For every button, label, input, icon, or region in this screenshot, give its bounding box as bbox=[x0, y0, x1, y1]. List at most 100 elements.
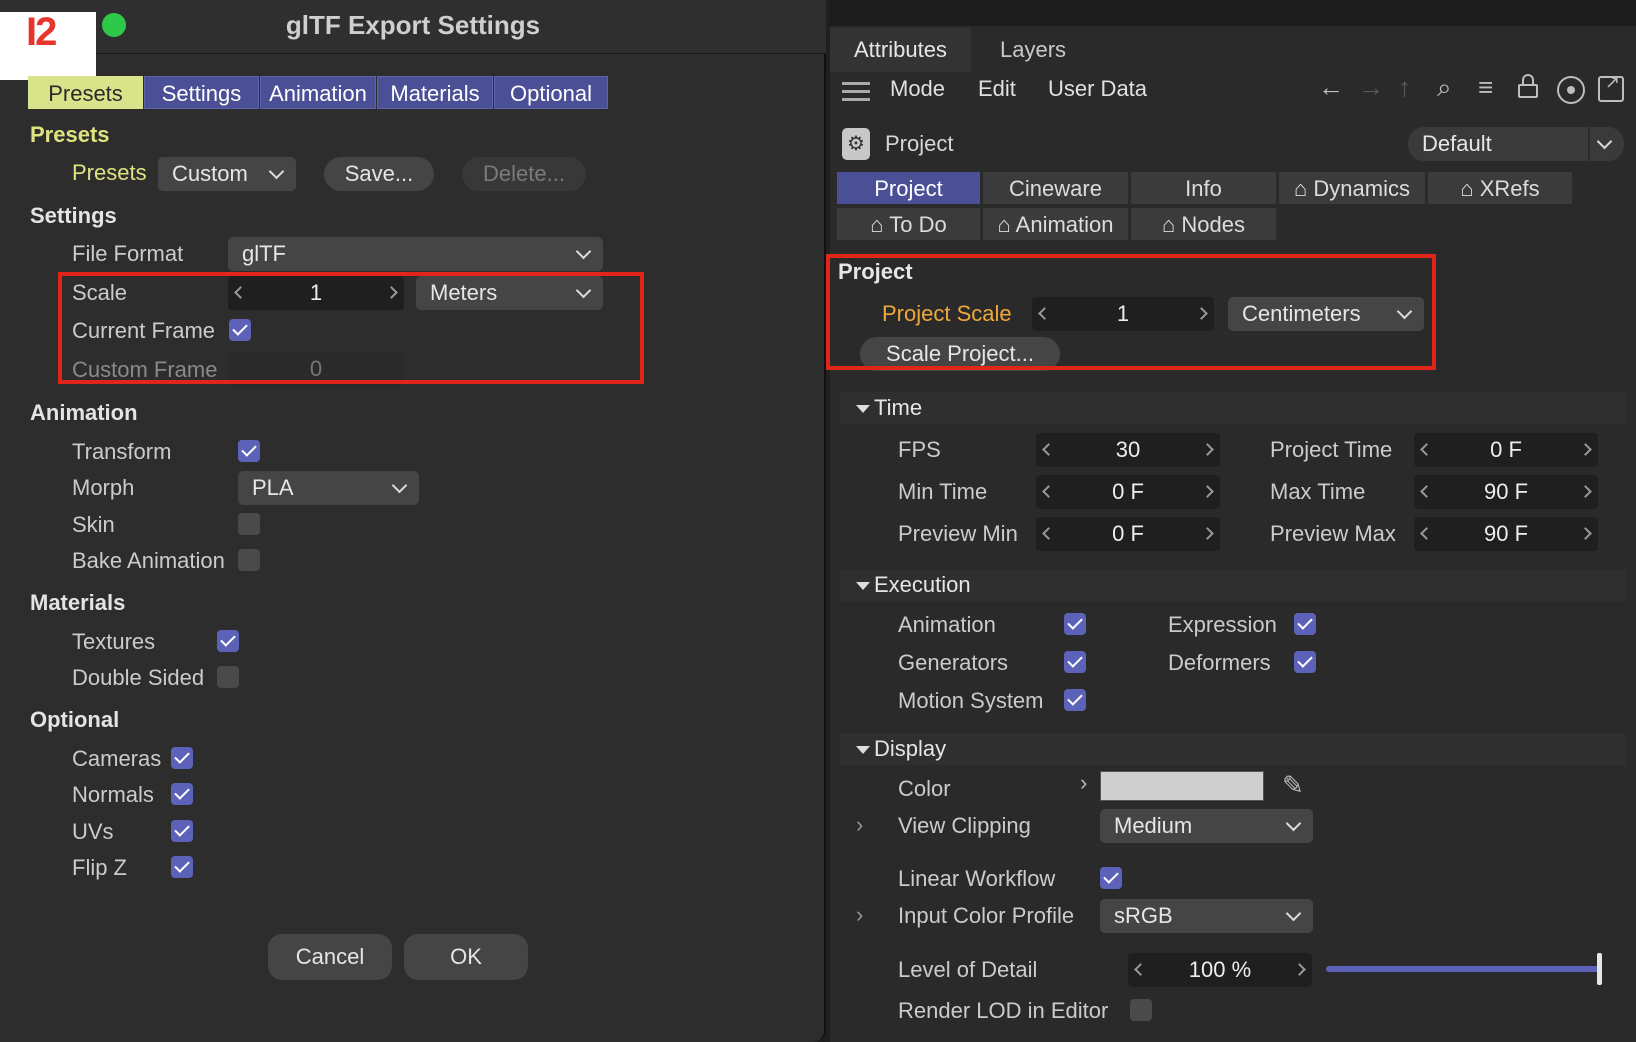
tab-materials[interactable]: Materials bbox=[377, 76, 493, 109]
new-window-icon[interactable]: ↗ bbox=[1598, 72, 1624, 102]
linear-workflow-checkbox[interactable] bbox=[1100, 867, 1122, 889]
presets-dropdown[interactable]: Custom bbox=[158, 157, 296, 191]
flip-z-checkbox[interactable] bbox=[171, 856, 193, 878]
back-arrow-icon[interactable]: ← bbox=[1318, 72, 1344, 103]
execution-group-header[interactable]: Execution bbox=[840, 569, 1626, 601]
ptab-todo[interactable]: ⌂ To Do bbox=[836, 207, 981, 241]
cameras-checkbox[interactable] bbox=[171, 747, 193, 769]
decrement-arrow-icon[interactable] bbox=[1420, 527, 1433, 540]
increment-arrow-icon[interactable] bbox=[1201, 443, 1214, 456]
tab-optional[interactable]: Optional bbox=[494, 76, 608, 109]
ptab-dynamics[interactable]: ⌂ Dynamics bbox=[1278, 171, 1426, 205]
ptab-cineware[interactable]: Cineware bbox=[982, 171, 1129, 205]
double-sided-checkbox[interactable] bbox=[217, 666, 239, 688]
file-format-dropdown[interactable]: glTF bbox=[228, 237, 603, 271]
preview-max-input[interactable]: 90 F bbox=[1414, 517, 1598, 551]
transform-checkbox[interactable] bbox=[238, 440, 260, 462]
preview-min-value: 0 F bbox=[1112, 521, 1144, 546]
search-icon[interactable]: ⌕ bbox=[1437, 72, 1452, 104]
generators-checkbox[interactable] bbox=[1064, 651, 1086, 673]
increment-arrow-icon[interactable] bbox=[1201, 527, 1214, 540]
section-presets-title: Presets bbox=[30, 122, 110, 147]
ptab-animation[interactable]: ⌂ Animation bbox=[982, 207, 1129, 241]
project-time-value: 0 F bbox=[1490, 437, 1522, 462]
tab-attributes[interactable]: Attributes bbox=[830, 28, 971, 72]
view-clipping-dropdown[interactable]: Medium bbox=[1100, 809, 1313, 843]
deformers-checkbox[interactable] bbox=[1294, 651, 1316, 673]
preview-min-label: Preview Min bbox=[898, 521, 1018, 546]
increment-arrow-icon[interactable] bbox=[1201, 485, 1214, 498]
tab-animation[interactable]: Animation bbox=[260, 76, 376, 109]
gear-icon: ⚙ bbox=[842, 128, 870, 160]
fps-label: FPS bbox=[898, 437, 941, 462]
tab-settings[interactable]: Settings bbox=[144, 76, 259, 109]
display-group-header[interactable]: Display bbox=[840, 733, 1626, 765]
menu-user-data[interactable]: User Data bbox=[1048, 76, 1147, 102]
lod-slider-track[interactable] bbox=[1326, 953, 1602, 985]
uvs-checkbox[interactable] bbox=[171, 820, 193, 842]
increment-arrow-icon[interactable] bbox=[1579, 527, 1592, 540]
morph-dropdown[interactable]: PLA bbox=[238, 471, 419, 505]
increment-arrow-icon[interactable] bbox=[1293, 963, 1306, 976]
decrement-arrow-icon[interactable] bbox=[1042, 485, 1055, 498]
exec-animation-checkbox[interactable] bbox=[1064, 613, 1086, 635]
decrement-arrow-icon[interactable] bbox=[1042, 443, 1055, 456]
file-format-label: File Format bbox=[72, 241, 184, 266]
bake-animation-label: Bake Animation bbox=[72, 548, 225, 573]
bell-icon: ⌂ bbox=[1460, 176, 1480, 201]
title-bar: glTF Export Settings bbox=[0, 0, 826, 54]
textures-label: Textures bbox=[72, 629, 156, 654]
fps-input[interactable]: 30 bbox=[1036, 433, 1220, 467]
increment-arrow-icon[interactable] bbox=[1579, 485, 1592, 498]
delete-preset-button[interactable]: Delete... bbox=[462, 157, 586, 191]
expand-arrow-icon[interactable]: › bbox=[1080, 770, 1087, 796]
time-group-header[interactable]: Time bbox=[840, 392, 1626, 424]
up-arrow-icon[interactable]: ↑ bbox=[1398, 72, 1411, 103]
decrement-arrow-icon[interactable] bbox=[1420, 443, 1433, 456]
input-color-profile-dropdown[interactable]: sRGB bbox=[1100, 899, 1313, 933]
filter-icon[interactable]: ≡ bbox=[1478, 72, 1493, 103]
menu-edit[interactable]: Edit bbox=[978, 76, 1016, 102]
textures-checkbox[interactable] bbox=[217, 630, 239, 652]
motion-system-label: Motion System bbox=[898, 688, 1044, 713]
ok-button[interactable]: OK bbox=[404, 934, 528, 980]
decrement-arrow-icon[interactable] bbox=[1134, 963, 1147, 976]
lod-slider-handle[interactable] bbox=[1597, 953, 1602, 985]
ptab-info[interactable]: Info bbox=[1130, 171, 1277, 205]
max-time-input[interactable]: 90 F bbox=[1414, 475, 1598, 509]
expression-checkbox[interactable] bbox=[1294, 613, 1316, 635]
level-of-detail-input[interactable]: 100 % bbox=[1128, 953, 1312, 987]
render-lod-checkbox[interactable] bbox=[1130, 999, 1152, 1021]
target-icon[interactable] bbox=[1557, 76, 1585, 104]
min-time-input[interactable]: 0 F bbox=[1036, 475, 1220, 509]
expand-arrow-icon[interactable]: › bbox=[856, 812, 863, 838]
tab-layers[interactable]: Layers bbox=[976, 28, 1090, 72]
ptab-xrefs[interactable]: ⌂ XRefs bbox=[1427, 171, 1573, 205]
min-time-label: Min Time bbox=[898, 479, 988, 504]
menu-mode[interactable]: Mode bbox=[890, 76, 945, 102]
bake-animation-checkbox[interactable] bbox=[238, 549, 260, 571]
color-swatch[interactable] bbox=[1100, 771, 1264, 801]
logo-badge: I2 bbox=[0, 12, 96, 80]
save-preset-button[interactable]: Save... bbox=[324, 157, 434, 191]
tab-presets[interactable]: Presets bbox=[28, 76, 143, 109]
object-name: Project bbox=[885, 131, 954, 156]
expand-arrow-icon[interactable]: › bbox=[856, 902, 863, 928]
increment-arrow-icon[interactable] bbox=[1579, 443, 1592, 456]
ptab-project[interactable]: Project bbox=[836, 171, 981, 205]
hamburger-menu-icon[interactable] bbox=[842, 82, 870, 85]
eyedropper-icon[interactable]: ✎ bbox=[1282, 770, 1304, 801]
decrement-arrow-icon[interactable] bbox=[1042, 527, 1055, 540]
lock-icon[interactable] bbox=[1518, 74, 1538, 98]
ptab-nodes[interactable]: ⌂ Nodes bbox=[1130, 207, 1277, 241]
skin-checkbox[interactable] bbox=[238, 513, 260, 535]
generators-label: Generators bbox=[898, 650, 1009, 675]
project-time-input[interactable]: 0 F bbox=[1414, 433, 1598, 467]
preview-min-input[interactable]: 0 F bbox=[1036, 517, 1220, 551]
motion-system-checkbox[interactable] bbox=[1064, 689, 1086, 711]
layout-preset-dropdown[interactable]: Default bbox=[1408, 127, 1624, 161]
decrement-arrow-icon[interactable] bbox=[1420, 485, 1433, 498]
cancel-button[interactable]: Cancel bbox=[268, 934, 392, 980]
forward-arrow-icon[interactable]: → bbox=[1358, 72, 1384, 103]
normals-checkbox[interactable] bbox=[171, 783, 193, 805]
